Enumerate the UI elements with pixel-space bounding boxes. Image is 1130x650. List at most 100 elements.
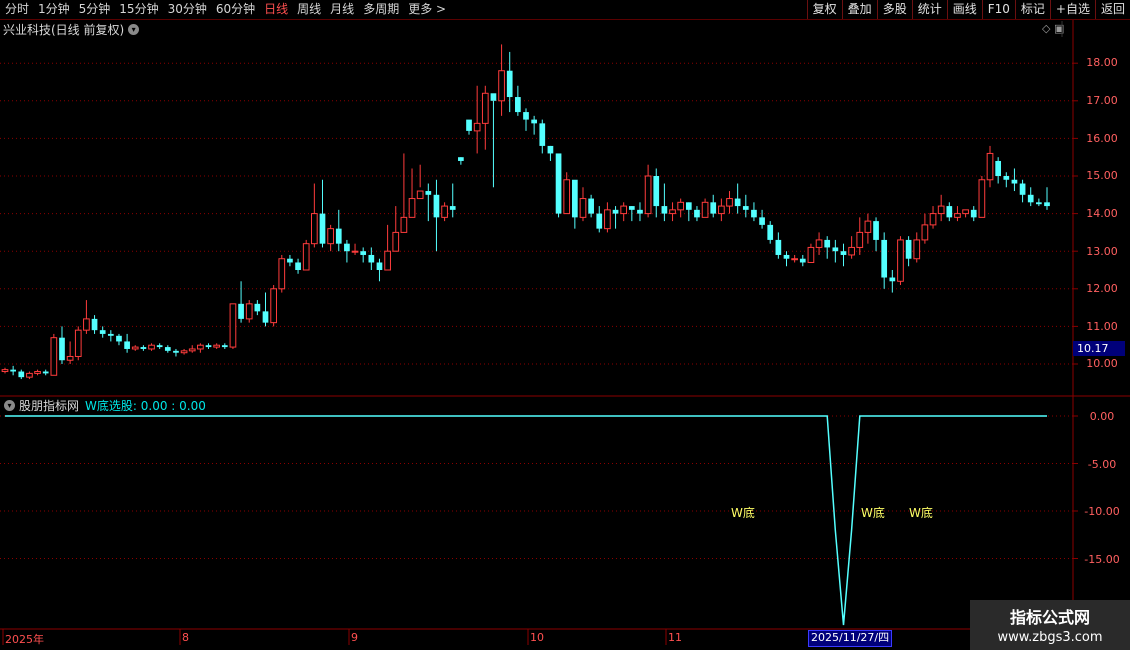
candle-body	[433, 194, 440, 218]
candle-body	[458, 157, 464, 161]
indicator-line	[5, 415, 1047, 626]
candle-body	[238, 303, 244, 319]
candle-body	[466, 119, 472, 131]
candle-body	[335, 228, 342, 244]
candle-body	[50, 337, 58, 376]
candle-body	[962, 209, 969, 215]
candle-body	[539, 123, 546, 146]
candle-body	[848, 246, 855, 256]
candle-body	[889, 277, 896, 282]
candle-body	[677, 201, 685, 211]
candle-body	[408, 198, 416, 218]
candle-body	[213, 344, 221, 348]
candle-body	[620, 205, 628, 215]
candle-body	[628, 206, 635, 210]
y-tick-label: 10.00	[1086, 357, 1118, 370]
candle-body	[376, 262, 383, 270]
candle-body	[555, 153, 562, 214]
current-price-badge: 10.17	[1073, 341, 1125, 356]
candle-body	[302, 243, 310, 271]
candle-body	[116, 335, 122, 342]
candle-body	[840, 251, 847, 255]
candle-body	[661, 206, 668, 214]
candle-body	[864, 220, 872, 233]
candle-body	[824, 239, 831, 248]
candle-body	[1036, 202, 1042, 205]
candle-body	[783, 254, 790, 259]
x-axis-label: 10	[530, 631, 544, 644]
candle-body	[173, 350, 179, 353]
indicator-y-tick: -5.00	[1087, 458, 1117, 471]
candle-body	[579, 198, 587, 218]
candle-body	[74, 329, 82, 357]
candle-body	[571, 179, 578, 218]
candle-body	[791, 258, 798, 261]
candle-body	[344, 243, 350, 252]
candle-body	[759, 217, 765, 225]
candle-body	[66, 355, 74, 361]
w-bottom-label: W底	[909, 506, 933, 520]
candle-body	[287, 258, 293, 263]
candle-body	[481, 92, 489, 124]
candle-body	[913, 239, 921, 260]
candle-body	[701, 201, 709, 218]
candle-body	[718, 205, 725, 215]
candle-body	[425, 191, 432, 195]
candle-body	[515, 97, 521, 113]
y-tick-label: 15.00	[1086, 169, 1118, 182]
candle-body	[59, 337, 65, 361]
candle-body	[531, 119, 537, 124]
candle-body	[270, 288, 277, 324]
candle-body	[205, 345, 212, 348]
y-tick-label: 17.00	[1086, 94, 1118, 107]
candle-body	[131, 346, 139, 350]
candle-body	[18, 371, 25, 378]
y-tick-label: 16.00	[1086, 132, 1118, 145]
candle-body	[1003, 176, 1010, 180]
candle-body	[905, 239, 912, 259]
candle-body	[775, 239, 782, 255]
candle-body	[34, 371, 41, 374]
candle-body	[767, 224, 774, 240]
candle-body	[1027, 194, 1034, 203]
candle-body	[1044, 202, 1050, 207]
candle-body	[799, 258, 806, 263]
indicator-y-tick: -10.00	[1084, 505, 1120, 518]
watermark: 指标公式网 www.zbgs3.com	[970, 600, 1130, 650]
chevron-down-icon[interactable]: ▾	[4, 400, 15, 411]
candle-body	[921, 224, 929, 241]
indicator-source[interactable]: 股朋指标网	[19, 397, 79, 414]
candle-body	[637, 209, 643, 214]
candle-body	[360, 251, 367, 255]
candle-body	[881, 239, 888, 278]
indicator-header: ▾ 股朋指标网 W底选股: 0.00 : 0.00	[0, 398, 206, 413]
candle-body	[327, 228, 334, 245]
candle-body	[295, 262, 301, 270]
candle-body	[124, 341, 130, 349]
candle-body	[751, 209, 757, 218]
candle-body	[156, 345, 163, 348]
candle-body	[188, 348, 196, 352]
candle-body	[726, 198, 733, 207]
candle-body	[140, 347, 147, 349]
candle-body	[970, 209, 977, 218]
candle-body	[384, 250, 391, 271]
candle-body	[710, 202, 717, 214]
y-tick-label: 12.00	[1086, 282, 1118, 295]
candle-body	[832, 247, 839, 252]
candle-body	[368, 254, 375, 263]
candle-body	[986, 152, 994, 181]
candle-body	[91, 318, 98, 331]
candle-body	[107, 333, 114, 336]
candle-body	[490, 93, 497, 101]
candle-body	[245, 303, 253, 320]
chart-canvas[interactable]	[0, 0, 1130, 650]
candle-body	[278, 258, 286, 290]
candle-body	[1011, 179, 1018, 184]
candle-body	[937, 205, 945, 215]
candle-body	[547, 145, 554, 154]
candle-body	[856, 231, 864, 248]
candle-body	[229, 303, 237, 348]
x-axis-label: 9	[351, 631, 358, 644]
candle-body	[310, 213, 318, 245]
